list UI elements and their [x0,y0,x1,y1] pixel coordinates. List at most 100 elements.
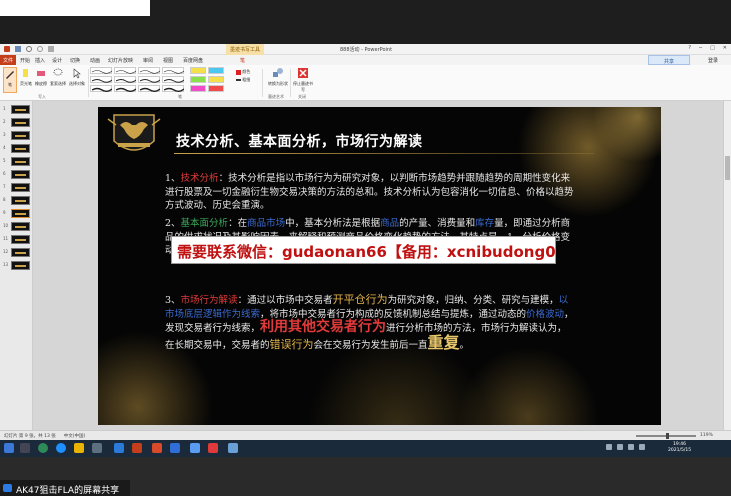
language-status[interactable]: 中文(中国) [64,433,86,439]
pen-stroke-icon [140,70,160,74]
edge-icon[interactable] [56,443,66,453]
p2-link-commodity[interactable]: 商品 [380,218,399,229]
lasso-select-button[interactable]: 套索选择 [49,67,67,87]
pen-preset[interactable] [90,67,112,74]
highlighter-preset[interactable] [208,76,224,83]
shapes-icon [273,68,283,77]
p2-link-commodity-market[interactable]: 商品市场 [247,218,285,229]
highlighter-preset[interactable] [208,67,224,74]
present-icon[interactable] [48,46,54,52]
pen-preset[interactable] [90,76,112,83]
pen-preset[interactable] [162,85,184,92]
login-link[interactable]: 登录 [708,57,718,64]
tab-9[interactable]: 百度网盘 [183,57,203,64]
app-icon[interactable] [114,443,124,453]
pen-preset[interactable] [138,67,160,74]
maximize-icon[interactable]: □ [710,45,715,51]
p3-big-gold-text: 重复 [427,332,460,352]
input-method-icon[interactable] [639,444,645,450]
slide-number: 7 [3,184,6,189]
tray-up-arrow-icon[interactable] [606,444,612,450]
network-icon[interactable] [617,444,623,450]
app-icon[interactable] [152,443,162,453]
close-icon[interactable]: ✕ [723,45,727,51]
pen-preset[interactable] [114,67,136,74]
share-button[interactable]: 共享 [648,55,690,65]
tab-7[interactable]: 审阅 [143,57,153,64]
pen-tool-button[interactable]: 笔 [3,67,17,93]
tab-8[interactable]: 视图 [163,57,173,64]
slide-thumbnail[interactable]: 12 [2,248,31,258]
pen-preset[interactable] [114,85,136,92]
convert-to-shape-button[interactable]: 转换为形状 [268,67,288,87]
slide-thumbnail[interactable]: 2 [2,118,31,128]
slide-thumbnail[interactable]: 13 [2,261,31,271]
help-icon[interactable]: ? [688,45,691,51]
slide-thumbnail[interactable]: 7 [2,183,31,193]
taskbar-clock[interactable]: 19:46 2021/5/15 [668,442,691,454]
start-icon[interactable] [4,443,14,453]
pen-preset[interactable] [90,85,112,92]
browser-icon[interactable] [38,443,48,453]
tab-4[interactable]: 切换 [70,57,80,64]
slide-thumbnail[interactable]: 10 [2,222,31,232]
app-icon[interactable] [170,443,180,453]
p1-prefix: 1、 [165,173,181,184]
tab-6[interactable]: 幻灯片放映 [108,57,133,64]
undo-icon[interactable] [26,46,32,52]
p2-link-inventory[interactable]: 库存 [475,218,494,229]
search-icon[interactable] [20,443,30,453]
slide-thumbnail[interactable]: 8 [2,196,31,206]
slide-thumbnail[interactable]: 9 [2,209,31,219]
slide-count-status: 幻灯片 第 9 张，共 13 张 [4,434,56,439]
scrollbar-thumb[interactable] [725,156,730,180]
slide-thumbnail[interactable]: 1 [2,105,31,115]
highlighter-preset[interactable] [190,85,206,92]
eraser-button[interactable]: 橡皮擦 [35,67,47,87]
window-controls: ? ─ □ ✕ [688,45,727,51]
current-slide[interactable]: 技术分析、基本面分析，市场行为解读 1、技术分析：技术分析是指以市场行为为研究对… [98,107,661,425]
highlighter-button[interactable]: 荧光笔 [18,67,34,87]
highlighter-preset[interactable] [208,85,224,92]
powerpoint-taskbar-icon[interactable] [132,443,142,453]
file-explorer-icon[interactable] [74,443,84,453]
weight-dropdown[interactable]: 粗细 [236,77,250,83]
slide-thumbnail[interactable]: 11 [2,235,31,245]
tab-5[interactable]: 动画 [90,57,100,64]
pen-preset[interactable] [114,76,136,83]
slide-thumbnail[interactable]: 3 [2,131,31,141]
tab-3[interactable]: 设计 [52,57,62,64]
highlighter-preset[interactable] [190,67,206,74]
store-icon[interactable] [92,443,102,453]
vertical-scrollbar[interactable] [723,101,731,430]
color-dropdown[interactable]: 颜色 [236,69,250,75]
tab-1[interactable]: 开始 [20,57,30,64]
tab-0[interactable]: 文件 [0,55,16,65]
select-objects-button[interactable]: 选择对象 [68,67,86,87]
minimize-icon[interactable]: ─ [699,45,702,51]
stop-inking-button[interactable]: 停止墨迹书写 [293,67,313,93]
zoom-slider[interactable] [636,433,696,439]
redo-icon[interactable] [37,46,43,52]
slide-thumbnail[interactable]: 6 [2,170,31,180]
slide-thumbnail[interactable]: 4 [2,144,31,154]
app-icon[interactable] [190,443,200,453]
pen-preset[interactable] [138,85,160,92]
app-icon[interactable] [208,443,218,453]
pen-preset[interactable] [162,76,184,83]
tab-2[interactable]: 插入 [35,57,45,64]
gold-sparkle-background [98,107,661,425]
zoom-level[interactable]: 119% [700,433,713,438]
tab-10[interactable]: 笔 [240,57,245,64]
pen-preset[interactable] [162,67,184,74]
highlighter-preset[interactable] [190,76,206,83]
save-icon[interactable] [15,46,21,52]
volume-icon[interactable] [628,444,634,450]
p2-text: ：在 [228,218,248,229]
pen-stroke-icon [140,87,160,92]
slide-number: 4 [3,145,6,150]
slide-thumbnail[interactable]: 5 [2,157,31,167]
app-icon[interactable] [228,443,238,453]
pen-preset[interactable] [138,76,160,83]
p3-gold-text: 错误行为 [269,337,314,351]
